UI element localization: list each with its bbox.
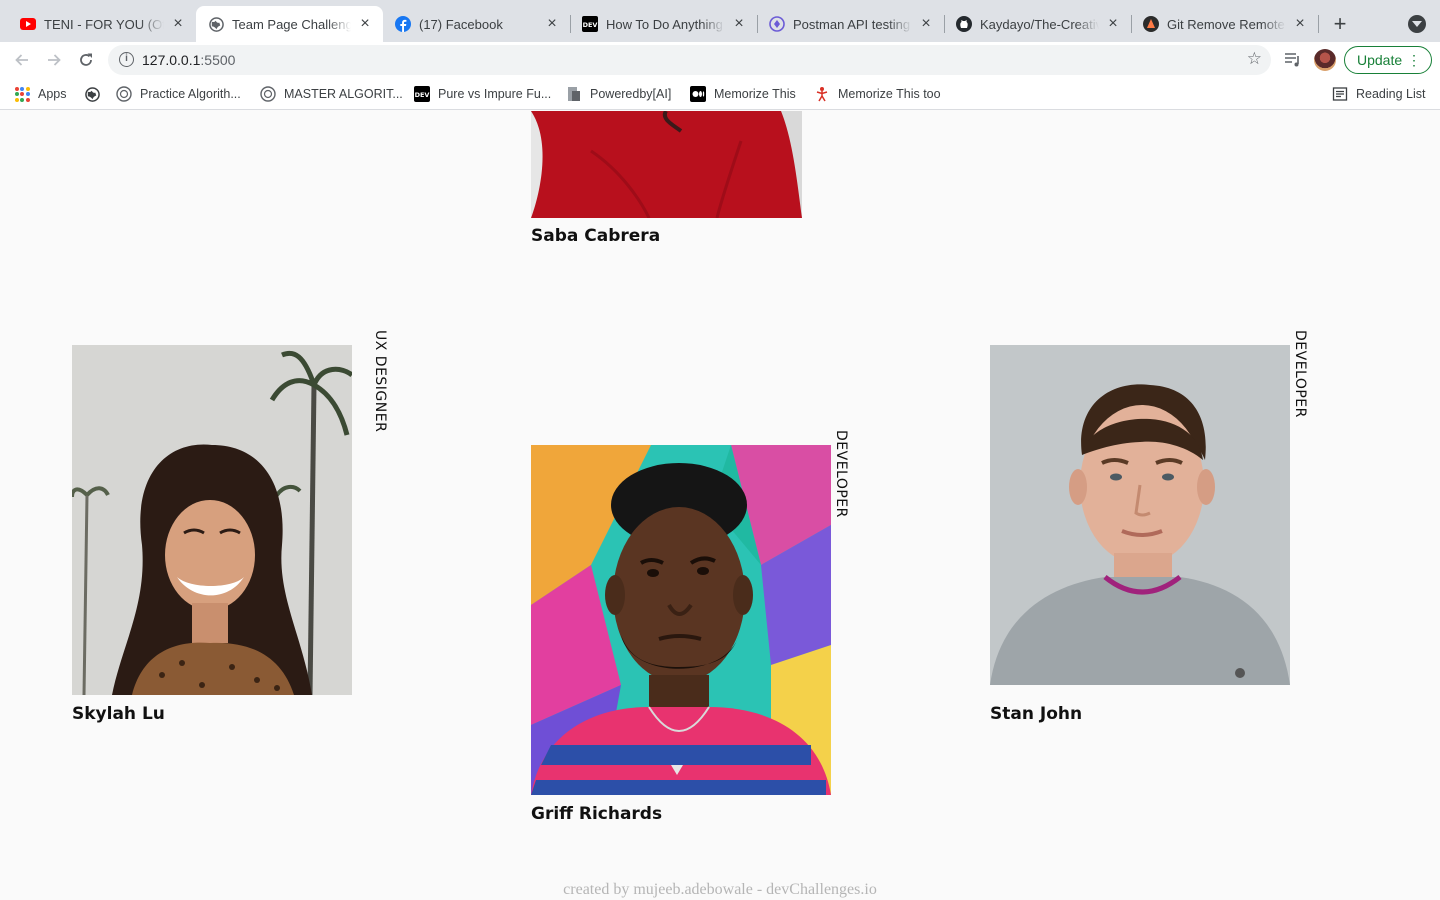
algorithm-icon	[116, 86, 132, 102]
tab-strip: TENI - FOR YOU (Official × Team Page Cha…	[0, 0, 1440, 42]
tab-title: How To Do Anything in	[606, 16, 725, 32]
close-icon[interactable]: ×	[918, 16, 934, 32]
tab-facebook[interactable]: (17) Facebook ×	[383, 6, 570, 42]
close-icon[interactable]: ×	[731, 16, 747, 32]
back-button[interactable]	[10, 48, 34, 72]
bookmark-label: Memorize This too	[838, 87, 941, 101]
tab-title: Postman API testing w	[793, 16, 912, 32]
close-icon[interactable]: ×	[1292, 16, 1308, 32]
forward-arrow-icon	[48, 54, 61, 66]
member-role: UX DESIGNER	[372, 330, 388, 433]
bookmark-label: Memorize This	[714, 87, 796, 101]
github-icon	[956, 16, 972, 32]
tab-postman[interactable]: Postman API testing w ×	[757, 6, 944, 42]
svg-text:DEV: DEV	[583, 21, 598, 29]
member-photo	[531, 445, 831, 795]
tab-team-page-challenge[interactable]: Team Page Challenge ×	[196, 6, 383, 42]
bookmark-master-algorithms[interactable]: MASTER ALGORIT...	[260, 85, 403, 103]
close-icon[interactable]: ×	[170, 16, 186, 32]
bookmark-poweredby-ai[interactable]: Poweredby[AI]	[566, 85, 671, 103]
member-name: Griff Richards	[531, 804, 663, 824]
team-page: Saba Cabrera UX DESIGNER Skylah Lu DEVEL…	[0, 111, 1440, 900]
bookmark-label: Pure vs Impure Fu...	[438, 87, 552, 101]
tab-title: Team Page Challenge	[232, 16, 351, 32]
figure-icon	[814, 86, 830, 102]
url-text: 127.0.0.1:5500	[142, 52, 235, 68]
apps-grid-icon	[14, 86, 30, 102]
reading-list-button[interactable]: Reading List	[1332, 85, 1426, 103]
reload-button[interactable]	[74, 48, 98, 72]
git-icon	[1143, 16, 1159, 32]
member-name: Skylah Lu	[72, 704, 165, 724]
back-arrow-icon	[15, 54, 28, 66]
member-name: Saba Cabrera	[531, 226, 661, 246]
close-icon[interactable]: ×	[544, 16, 560, 32]
kebab-menu-icon[interactable]: ⋮	[1407, 52, 1421, 68]
bookmark-practice-algorithms[interactable]: Practice Algorith...	[116, 85, 241, 103]
tab-title: TENI - FOR YOU (Official	[44, 16, 164, 32]
youtube-icon	[20, 16, 36, 32]
member-photo	[990, 345, 1290, 685]
address-bar[interactable]: i 127.0.0.1:5500 ☆	[108, 45, 1271, 75]
profile-avatar[interactable]	[1314, 49, 1336, 71]
reading-list-icon	[1332, 86, 1348, 102]
member-name: Stan John	[990, 704, 1083, 724]
postman-icon	[769, 16, 785, 32]
globe-icon	[208, 16, 224, 32]
reload-icon	[80, 53, 92, 66]
bookmark-globe[interactable]	[84, 85, 108, 103]
tab-title: Git Remove Remote: A	[1167, 16, 1286, 32]
member-role: DEVELOPER	[833, 430, 849, 518]
update-button[interactable]: Update ⋮	[1344, 46, 1432, 74]
member-photo	[531, 111, 802, 218]
bookmark-label: MASTER ALGORIT...	[284, 87, 403, 101]
tab-separator	[1318, 15, 1319, 33]
bookmark-star-icon[interactable]: ☆	[1247, 50, 1262, 68]
tab-search-icon[interactable]	[1408, 15, 1426, 33]
url-port: :5500	[200, 52, 236, 68]
new-tab-button[interactable]: +	[1328, 13, 1352, 37]
svg-text:DEV: DEV	[415, 91, 430, 99]
tab-title: (17) Facebook	[419, 16, 503, 32]
bookmark-label: Poweredby[AI]	[590, 87, 672, 101]
close-icon[interactable]: ×	[357, 16, 373, 32]
url-host: 127.0.0.1	[142, 52, 201, 68]
forward-button[interactable]	[42, 48, 66, 72]
footer-credit: created by mujeeb.adebowale - devChallen…	[563, 881, 877, 898]
bookmarks-bar: Apps Practice Algorith... MASTER ALGORIT…	[0, 78, 1440, 110]
tab-github[interactable]: Kaydayo/The-Creative ×	[944, 6, 1131, 42]
bookmark-page-icon	[566, 86, 582, 102]
reading-list-label: Reading List	[1356, 87, 1426, 101]
tab-git-remove-remote[interactable]: Git Remove Remote: A ×	[1131, 6, 1318, 42]
bookmark-apps[interactable]: Apps	[14, 85, 67, 103]
bookmark-label: Apps	[38, 87, 67, 101]
algorithm-icon	[260, 86, 276, 102]
bookmark-pure-vs-impure[interactable]: DEV Pure vs Impure Fu...	[414, 85, 551, 103]
facebook-icon	[395, 16, 411, 32]
bookmark-label: Practice Algorith...	[140, 87, 241, 101]
close-icon[interactable]: ×	[1105, 16, 1121, 32]
dev-icon: DEV	[582, 16, 598, 32]
globe-icon	[84, 86, 100, 102]
bookmark-memorize-this-too[interactable]: Memorize This too	[814, 85, 941, 103]
tab-dev[interactable]: DEV How To Do Anything in ×	[570, 6, 757, 42]
dev-icon: DEV	[414, 86, 430, 102]
media-control-icon[interactable]	[1284, 52, 1302, 68]
update-label: Update	[1357, 52, 1403, 68]
tab-youtube[interactable]: TENI - FOR YOU (Official ×	[8, 6, 196, 42]
medium-icon	[690, 86, 706, 102]
browser-toolbar: i 127.0.0.1:5500 ☆ Update ⋮	[0, 42, 1440, 78]
member-photo	[72, 345, 352, 695]
info-icon[interactable]: i	[119, 52, 134, 67]
tab-title: Kaydayo/The-Creative	[980, 16, 1099, 32]
member-role: DEVELOPER	[1292, 330, 1308, 418]
bookmark-memorize-this[interactable]: Memorize This	[690, 85, 796, 103]
